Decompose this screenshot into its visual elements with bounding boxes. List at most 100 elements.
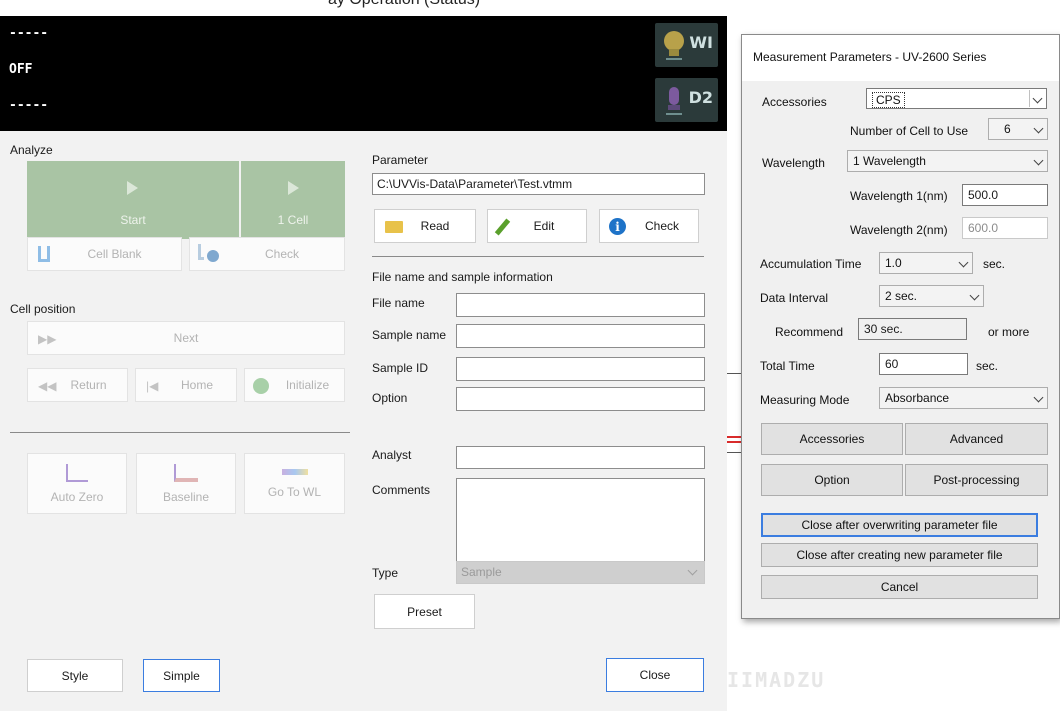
accessories-select-value: CPS <box>872 92 905 108</box>
option-label: Option <box>372 391 408 405</box>
style-label: Style <box>61 668 89 683</box>
style-button[interactable]: Style <box>27 659 123 692</box>
check-cell-label: Check <box>264 247 299 261</box>
graph-axis-line <box>727 452 742 453</box>
cell-count-button[interactable]: 1 Cell <box>241 161 345 239</box>
data-interval-select[interactable]: 2 sec. <box>879 285 984 307</box>
accumulation-time-select[interactable]: 1.0 <box>879 252 973 274</box>
option-field[interactable] <box>456 387 705 411</box>
read-button[interactable]: Read <box>374 209 476 243</box>
accumulation-time-label: Accumulation Time <box>760 257 862 271</box>
simple-label: Simple <box>163 668 200 683</box>
chevron-down-icon <box>687 565 698 576</box>
close-label: Close <box>639 668 671 682</box>
preset-label: Preset <box>407 604 442 619</box>
start-button[interactable]: Start <box>27 161 239 239</box>
status-panel: ----- OFF ----- WI D2 <box>0 16 727 131</box>
chevron-down-icon <box>1033 392 1044 403</box>
option-button[interactable]: Option <box>761 464 903 496</box>
chevron-down-icon <box>958 257 969 268</box>
lamp-wi-indicator: WI <box>655 23 718 67</box>
close-create-button[interactable]: Close after creating new parameter file <box>761 543 1038 567</box>
recommend-label: Recommend <box>775 325 844 339</box>
rewind-icon: ◀◀ <box>38 379 57 393</box>
lightbulb-icon <box>664 31 684 60</box>
analyst-field[interactable] <box>456 446 705 469</box>
advanced-button[interactable]: Advanced <box>905 423 1048 455</box>
cell-blank-button[interactable]: Cell Blank <box>27 237 182 271</box>
data-interval-label: Data Interval <box>760 291 829 305</box>
info-icon: i <box>609 218 626 235</box>
close-overwrite-label: Close after overwriting parameter file <box>801 518 998 532</box>
sample-id-field[interactable] <box>456 357 705 381</box>
go-to-wl-button[interactable]: Go To WL <box>244 453 345 514</box>
preset-button[interactable]: Preset <box>374 594 475 629</box>
post-processing-button[interactable]: Post-processing <box>905 464 1048 496</box>
home-label: Home <box>180 378 213 392</box>
chevron-down-icon <box>1033 123 1044 134</box>
measuring-mode-select[interactable]: Absorbance <box>879 387 1048 409</box>
play-icon <box>288 181 299 195</box>
check-cell-button[interactable]: Check <box>189 237 345 271</box>
file-name-field[interactable] <box>456 293 705 317</box>
comments-label: Comments <box>372 483 431 497</box>
baseline-label: Baseline <box>162 489 210 504</box>
auto-zero-button[interactable]: Auto Zero <box>27 453 127 514</box>
read-label: Read <box>420 219 450 233</box>
comments-textarea[interactable] <box>456 478 705 571</box>
edit-button[interactable]: Edit <box>487 209 587 243</box>
fast-forward-icon: ▶▶ <box>38 332 57 346</box>
edit-label: Edit <box>533 219 555 233</box>
parameter-path-field[interactable]: C:\UVVis-Data\Parameter\Test.vtmm <box>372 173 705 195</box>
refresh-icon <box>253 378 269 394</box>
wavelength-select-value: 1 Wavelength <box>853 154 926 168</box>
wavelength-1-field[interactable]: 500.0 <box>962 184 1048 206</box>
cell-count-label: 1 Cell <box>277 213 309 227</box>
type-select[interactable]: Sample <box>456 561 705 584</box>
dialog-title: Measurement Parameters - UV-2600 Series <box>753 50 987 64</box>
measurement-parameters-dialog: Measurement Parameters - UV-2600 Series … <box>741 34 1060 619</box>
option-button-label: Option <box>814 473 850 487</box>
status-line-3: ----- <box>9 98 49 113</box>
num-cell-select[interactable]: 6 <box>988 118 1048 140</box>
cancel-button[interactable]: Cancel <box>761 575 1038 599</box>
divider <box>10 432 350 433</box>
baseline-button[interactable]: Baseline <box>136 453 236 514</box>
initialize-button[interactable]: Initialize <box>244 368 345 402</box>
graph-trace-line <box>727 436 742 438</box>
measuring-mode-value: Absorbance <box>885 391 950 405</box>
play-icon <box>127 181 138 195</box>
graph-trace-line <box>727 441 742 443</box>
total-time-label: Total Time <box>760 359 815 373</box>
lamp-wi-label: WI <box>689 33 713 52</box>
return-button[interactable]: ◀◀ Return <box>27 368 128 402</box>
lamp-d2-label: D2 <box>688 88 713 107</box>
check-parameter-button[interactable]: i Check <box>599 209 699 243</box>
next-button[interactable]: ▶▶ Next <box>27 321 345 355</box>
accessories-button[interactable]: Accessories <box>761 423 903 455</box>
accumulation-time-value: 1.0 <box>885 256 902 270</box>
recommend-suffix: or more <box>988 325 1030 339</box>
accumulation-unit: sec. <box>983 257 1006 271</box>
wavelength-2-label: Wavelength 2(nm) <box>850 223 948 237</box>
total-time-field[interactable]: 60 <box>879 353 968 375</box>
wavelength-1-label: Wavelength 1(nm) <box>850 189 948 203</box>
close-button[interactable]: Close <box>606 658 704 692</box>
cancel-label: Cancel <box>880 580 919 594</box>
pencil-icon <box>494 218 511 236</box>
num-cell-value: 6 <box>1004 122 1011 136</box>
simple-button[interactable]: Simple <box>143 659 220 692</box>
close-overwrite-button[interactable]: Close after overwriting parameter file <box>761 513 1038 537</box>
measuring-mode-label: Measuring Mode <box>760 393 850 407</box>
parameter-label: Parameter <box>372 153 429 167</box>
wavelength-2-field[interactable]: 600.0 <box>962 217 1048 239</box>
analyze-label: Analyze <box>10 143 53 157</box>
sample-name-field[interactable] <box>456 324 705 348</box>
wavelength-select[interactable]: 1 Wavelength <box>847 150 1048 172</box>
home-button[interactable]: |◀ Home <box>135 368 237 402</box>
return-label: Return <box>70 378 107 392</box>
status-line-1: ----- <box>9 26 49 41</box>
auto-zero-label: Auto Zero <box>50 489 104 504</box>
accessories-select[interactable]: CPS <box>866 88 1047 109</box>
spectrum-icon <box>281 468 308 475</box>
